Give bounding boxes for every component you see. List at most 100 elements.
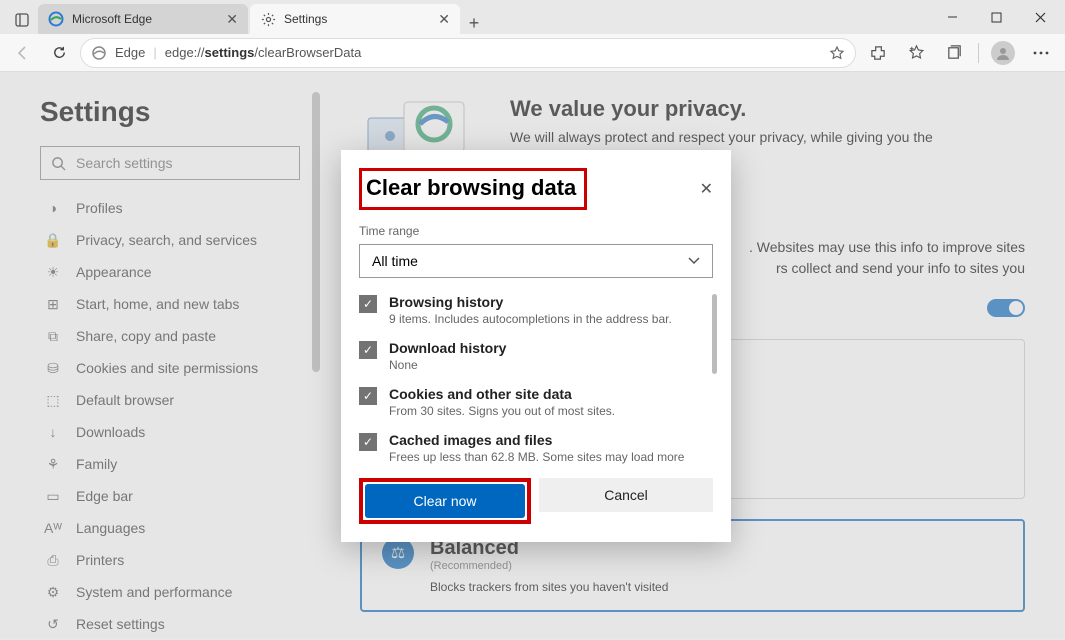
sidebar-item-label: Family: [76, 456, 117, 472]
sidebar-item[interactable]: ◑ Profiles: [40, 192, 296, 224]
balanced-sub: (Recommended): [430, 560, 668, 572]
clear-option-label: Cookies and other site data: [389, 386, 615, 402]
sidebar-item-icon: ↓: [44, 424, 62, 440]
tab-actions-button[interactable]: [6, 6, 38, 34]
checkbox-checked-icon[interactable]: ✓: [359, 433, 377, 451]
clear-option-label: Browsing history: [389, 294, 672, 310]
tracking-toggle[interactable]: [987, 299, 1025, 317]
clear-option-row[interactable]: ✓ Cached images and files Frees up less …: [359, 432, 713, 464]
sidebar-item-label: Start, home, and new tabs: [76, 296, 239, 312]
dialog-scrollbar[interactable]: [712, 294, 717, 374]
search-input[interactable]: Search settings: [40, 146, 300, 180]
url-text: edge://settings/clearBrowserData: [165, 45, 821, 60]
url-input[interactable]: Edge | edge://settings/clearBrowserData: [80, 38, 856, 68]
clear-option-desc: None: [389, 358, 506, 372]
new-tab-button[interactable]: +: [460, 13, 488, 34]
favorites-button[interactable]: [900, 38, 932, 68]
address-bar: Edge | edge://settings/clearBrowserData: [0, 34, 1065, 72]
clear-now-button[interactable]: Clear now: [365, 484, 525, 518]
checkbox-checked-icon[interactable]: ✓: [359, 387, 377, 405]
clear-option-row[interactable]: ✓ Cookies and other site data From 30 si…: [359, 386, 713, 418]
sidebar-item-label: Downloads: [76, 424, 145, 440]
clear-option-row[interactable]: ✓ Download history None: [359, 340, 713, 372]
sidebar-item[interactable]: ⎙ Printers: [40, 544, 296, 576]
sidebar-item[interactable]: ↺Reset settings: [40, 608, 296, 640]
close-window-button[interactable]: [1019, 2, 1061, 32]
sidebar-item-label: Profiles: [76, 200, 123, 216]
sidebar-item-icon: ⧉: [44, 328, 62, 345]
sidebar-item-label: System and performance: [76, 584, 232, 600]
sidebar-item-label: Appearance: [76, 264, 152, 280]
sidebar-scrollbar[interactable]: [312, 92, 320, 372]
sidebar-item-icon: 🔒: [44, 232, 62, 249]
clear-browsing-data-dialog: Clear browsing data ✕ Time range All tim…: [341, 150, 731, 542]
sidebar-item[interactable]: ⚘Family: [40, 448, 296, 480]
sidebar-item-icon: ↺: [44, 616, 62, 633]
sidebar-item[interactable]: 🔒 Privacy, search, and services: [40, 224, 296, 256]
edge-identity-icon: [91, 45, 107, 61]
sidebar-item[interactable]: ⧉ Share, copy and paste: [40, 320, 296, 352]
back-button[interactable]: [8, 38, 38, 68]
maximize-button[interactable]: [975, 2, 1017, 32]
checkbox-checked-icon[interactable]: ✓: [359, 295, 377, 313]
refresh-button[interactable]: [44, 38, 74, 68]
clear-option-desc: From 30 sites. Signs you out of most sit…: [389, 404, 615, 418]
tab-edge[interactable]: Microsoft Edge ✕: [38, 4, 248, 34]
window-titlebar: Microsoft Edge ✕ Settings ✕ +: [0, 0, 1065, 34]
url-identity: Edge: [115, 45, 145, 60]
sidebar-item-icon: ⛁: [44, 360, 62, 377]
checkbox-checked-icon[interactable]: ✓: [359, 341, 377, 359]
dialog-title: Clear browsing data: [366, 175, 576, 201]
close-icon[interactable]: ✕: [226, 11, 238, 28]
chevron-down-icon: [688, 257, 700, 265]
balanced-bullet: Blocks trackers from sites you haven't v…: [430, 580, 668, 594]
tab-title: Microsoft Edge: [72, 12, 152, 26]
close-icon[interactable]: ✕: [438, 11, 450, 28]
privacy-title: We value your privacy.: [510, 96, 933, 122]
avatar-icon: [991, 41, 1015, 65]
sidebar-item[interactable]: ⬚Default browser: [40, 384, 296, 416]
search-placeholder: Search settings: [76, 155, 173, 171]
sidebar-item[interactable]: ⛁ Cookies and site permissions: [40, 352, 296, 384]
sidebar-item[interactable]: ▭ Edge bar: [40, 480, 296, 512]
tab-settings[interactable]: Settings ✕: [250, 4, 460, 34]
sidebar-item[interactable]: Aᵂ Languages: [40, 512, 296, 544]
sidebar-item-label: Languages: [76, 520, 145, 536]
clear-option-desc: 9 items. Includes autocompletions in the…: [389, 312, 672, 326]
minimize-button[interactable]: [931, 2, 973, 32]
tab-title: Settings: [284, 12, 327, 26]
sidebar-item-icon: ▭: [44, 488, 62, 505]
sidebar-item-icon: ⚙: [44, 584, 62, 601]
time-range-label: Time range: [359, 224, 713, 238]
time-range-select[interactable]: All time: [359, 244, 713, 278]
more-button[interactable]: [1025, 38, 1057, 68]
sidebar-item-label: Cookies and site permissions: [76, 360, 258, 376]
sidebar-item[interactable]: ↓ Downloads: [40, 416, 296, 448]
sidebar-item-label: Edge bar: [76, 488, 133, 504]
sidebar-item-label: Printers: [76, 552, 124, 568]
sidebar-item-icon: ⬚: [44, 392, 62, 409]
clear-option-desc: Frees up less than 62.8 MB. Some sites m…: [389, 450, 684, 464]
dialog-title-highlight: Clear browsing data: [359, 168, 587, 210]
sidebar-item-icon: Aᵂ: [44, 520, 62, 536]
sidebar-item[interactable]: ☀Appearance: [40, 256, 296, 288]
sidebar-item-icon: ◑: [44, 200, 62, 216]
favorite-star-icon[interactable]: [829, 45, 845, 61]
extensions-button[interactable]: [862, 38, 894, 68]
clear-option-label: Download history: [389, 340, 506, 356]
settings-sidebar: Settings Search settings ◑Profiles🔒Priva…: [0, 72, 320, 639]
sidebar-item[interactable]: ⚙ System and performance: [40, 576, 296, 608]
sidebar-item-label: Privacy, search, and services: [76, 232, 257, 248]
dialog-close-button[interactable]: ✕: [700, 179, 713, 199]
time-range-value: All time: [372, 253, 418, 269]
sidebar-item-label: Share, copy and paste: [76, 328, 216, 344]
cancel-button[interactable]: Cancel: [539, 478, 713, 512]
collections-button[interactable]: [938, 38, 970, 68]
search-icon: [51, 156, 66, 171]
sidebar-item-icon: ⎙: [44, 552, 62, 569]
gear-icon: [260, 11, 276, 27]
sidebar-item[interactable]: ⊞Start, home, and new tabs: [40, 288, 296, 320]
clear-option-label: Cached images and files: [389, 432, 684, 448]
clear-option-row[interactable]: ✓ Browsing history 9 items. Includes aut…: [359, 294, 713, 326]
profile-button[interactable]: [987, 38, 1019, 68]
